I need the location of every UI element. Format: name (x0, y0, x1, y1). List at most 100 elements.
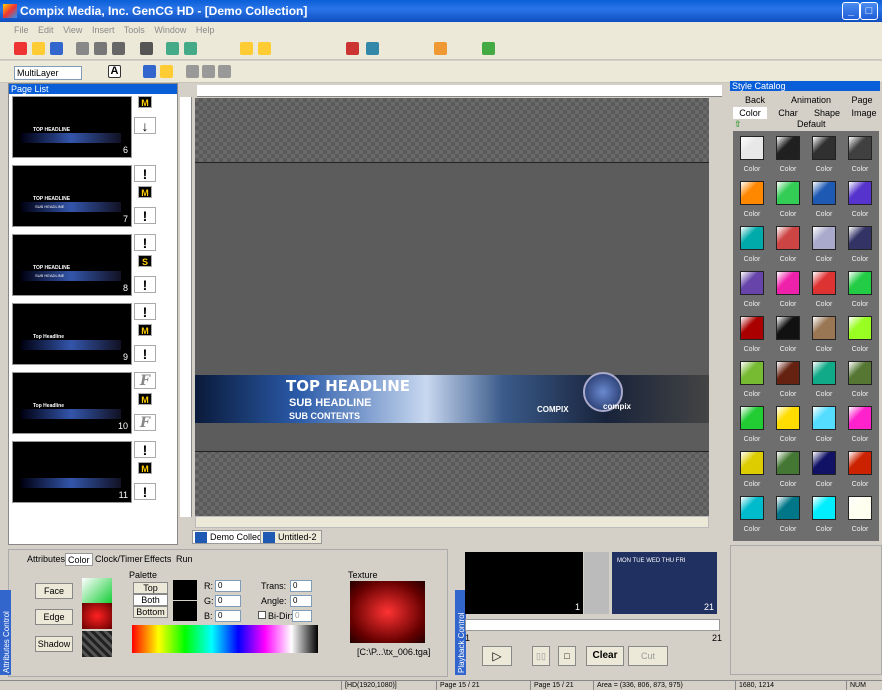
open-icon[interactable] (32, 42, 45, 55)
menu-file[interactable]: File (14, 25, 29, 35)
cue-icon[interactable]: ! (134, 303, 156, 320)
color-swatch[interactable]: Color (844, 403, 876, 447)
new-icon[interactable] (14, 42, 27, 55)
play-button[interactable]: ▷ (482, 646, 512, 666)
cue-icon[interactable]: ! (134, 483, 156, 500)
color-swatch[interactable]: Color (808, 403, 840, 447)
page-thumbnail[interactable]: 11 (12, 441, 132, 503)
sub-headline-text[interactable]: SUB HEADLINE (289, 397, 372, 409)
color-swatch[interactable]: Color (772, 403, 804, 447)
sub-contents-text[interactable]: SUB CONTENTS (289, 411, 360, 421)
color-swatch[interactable]: Color (844, 178, 876, 222)
page-thumbnail-row[interactable]: TOP HEADLINE SUB HEADLINE 8! S! (9, 232, 179, 300)
color-swatch[interactable]: Color (736, 493, 768, 537)
face-button[interactable]: Face (35, 583, 73, 599)
edge-swatch[interactable] (82, 603, 112, 629)
tab-run[interactable]: Run (174, 553, 195, 566)
clear-button[interactable]: Clear (586, 646, 624, 666)
menu-edit[interactable]: Edit (38, 25, 54, 35)
tab-back[interactable]: Back (735, 94, 775, 106)
page-thumbnail[interactable]: Top Headline 10 (12, 372, 132, 434)
playback-slider[interactable] (465, 619, 720, 631)
tab-shape[interactable]: Shape (809, 107, 845, 119)
page-thumbnail[interactable]: TOP HEADLINE SUB HEADLINE 8 (12, 234, 132, 296)
canvas-horizontal-scrollbar[interactable] (195, 516, 709, 528)
color-swatch[interactable]: Color (808, 268, 840, 312)
cue-icon[interactable]: ! (134, 165, 156, 182)
page-thumbnail-row[interactable]: Top Headline 10 F M F (9, 370, 179, 438)
color-swatch[interactable]: Color (772, 178, 804, 222)
color-swatch[interactable]: Color (808, 313, 840, 357)
color-swatch[interactable]: Color (736, 358, 768, 402)
angle-input[interactable]: 0 (290, 595, 312, 607)
color-swatch[interactable]: Color (808, 178, 840, 222)
record-icon[interactable] (482, 42, 495, 55)
page-thumbnail-row[interactable]: 11! M! (9, 439, 179, 507)
cue-icon[interactable]: ! (134, 234, 156, 251)
copy-icon[interactable] (94, 42, 107, 55)
paste-icon[interactable] (112, 42, 125, 55)
color-palette[interactable] (132, 625, 318, 653)
cue-icon[interactable]: ! (134, 207, 156, 224)
layer-mode-select[interactable]: MultiLayer (14, 66, 82, 80)
trans-input[interactable]: 0 (290, 580, 312, 592)
preview-icon[interactable] (366, 42, 379, 55)
page-thumbnail[interactable]: Top Headline 9 (12, 303, 132, 365)
bottom-button[interactable]: Bottom (133, 606, 168, 618)
color-swatch[interactable]: Color (844, 268, 876, 312)
play-icon[interactable] (434, 42, 447, 55)
layer-group-icon[interactable] (258, 42, 271, 55)
menu-help[interactable]: Help (196, 25, 215, 35)
fade-icon[interactable]: F (134, 414, 156, 431)
cut-button[interactable]: Cut (628, 646, 668, 666)
macro-icon[interactable]: M (138, 186, 152, 198)
color-swatch[interactable]: Color (772, 133, 804, 177)
script-icon[interactable]: S (138, 255, 152, 267)
align-center-icon[interactable] (202, 65, 215, 78)
tab-animation[interactable]: Animation (786, 94, 836, 106)
layer-icon[interactable] (240, 42, 253, 55)
color-swatch[interactable]: Color (844, 493, 876, 537)
image-tool-icon[interactable] (160, 65, 173, 78)
page-thumbnail-row[interactable]: Top Headline 9! M! (9, 301, 179, 369)
g-input[interactable]: 0 (215, 595, 241, 607)
color-swatch[interactable]: Color (736, 448, 768, 492)
color-swatch[interactable]: Color (844, 133, 876, 177)
undo-icon[interactable] (166, 42, 179, 55)
top-color-swatch[interactable] (173, 580, 197, 600)
color-swatch[interactable]: Color (772, 268, 804, 312)
color-swatch[interactable]: Color (844, 223, 876, 267)
face-swatch[interactable] (82, 578, 112, 604)
tab-untitled-2[interactable]: Untitled-2 (260, 530, 322, 544)
arrow-down-icon[interactable]: ↓ (134, 117, 156, 134)
playback-thumbnail-current[interactable]: 1 (465, 552, 583, 614)
tab-color-attr[interactable]: Color (65, 553, 93, 566)
pause-button[interactable]: ▯▯ (532, 646, 550, 666)
macro-icon[interactable]: M (138, 393, 152, 405)
tab-page[interactable]: Page (843, 94, 881, 106)
color-swatch[interactable]: Color (844, 448, 876, 492)
page-thumbnail[interactable]: TOP HEADLINE SUB HEADLINE 7 (12, 165, 132, 227)
tab-effects[interactable]: Effects (142, 553, 173, 566)
minimize-button[interactable]: _ (842, 2, 860, 20)
color-swatch[interactable]: Color (736, 403, 768, 447)
macro-icon[interactable]: M (138, 324, 152, 336)
tab-attributes[interactable]: Attributes (25, 553, 67, 566)
folder-up-icon[interactable]: ⇧ (734, 119, 742, 130)
bottom-color-swatch[interactable] (173, 601, 197, 621)
redo-icon[interactable] (184, 42, 197, 55)
bidir-input[interactable]: 0 (292, 610, 312, 622)
transition-icon[interactable] (584, 552, 609, 614)
tab-char[interactable]: Char (771, 107, 805, 119)
color-swatch[interactable]: Color (772, 223, 804, 267)
playback-thumbnail-next[interactable]: MON TUE WED THU FRI 21 (612, 552, 717, 614)
color-swatch[interactable]: Color (736, 268, 768, 312)
tab-color[interactable]: Color (733, 107, 767, 119)
bidir-checkbox[interactable] (258, 611, 266, 619)
color-swatch[interactable]: Color (844, 313, 876, 357)
color-swatch[interactable]: Color (808, 493, 840, 537)
top-button[interactable]: Top (133, 582, 168, 594)
menu-insert[interactable]: Insert (92, 25, 115, 35)
edge-button[interactable]: Edge (35, 609, 73, 625)
color-swatch[interactable]: Color (808, 133, 840, 177)
